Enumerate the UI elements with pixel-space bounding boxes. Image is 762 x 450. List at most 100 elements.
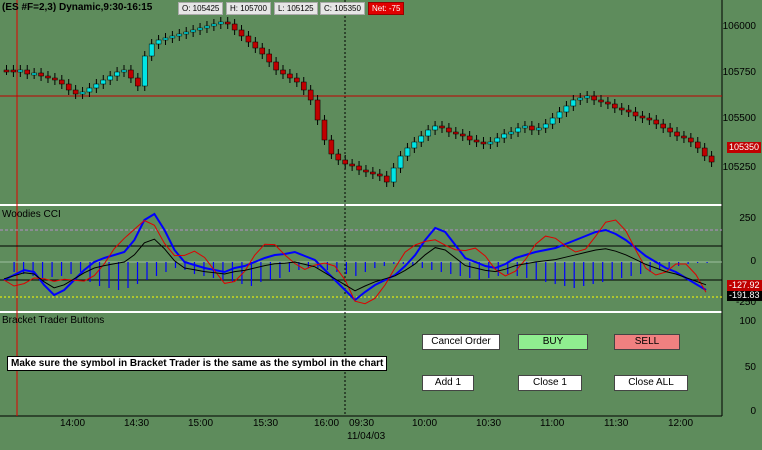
cci-histogram-bar — [70, 262, 72, 274]
candle-body — [238, 29, 245, 37]
candle-body — [72, 89, 79, 95]
candle-body — [473, 139, 480, 143]
cci-histogram-bar — [450, 262, 452, 274]
candle-body — [383, 175, 390, 183]
candle-body — [618, 107, 625, 111]
cci-histogram-bar — [630, 262, 632, 276]
cci-histogram-bar — [336, 262, 338, 272]
candle-body — [529, 125, 535, 131]
candle-body — [38, 72, 44, 77]
cci-tick: 0 — [750, 256, 756, 267]
candle-body — [363, 169, 369, 173]
candle-body — [639, 115, 646, 119]
candle-body — [176, 33, 183, 37]
candle-body — [148, 43, 155, 57]
cci-histogram-bar — [459, 262, 461, 276]
sell-button[interactable]: SELL — [614, 334, 680, 350]
candle-body — [487, 141, 494, 145]
candle-body — [432, 125, 438, 131]
candle-body — [695, 141, 701, 149]
time-tick: 11:00 — [540, 418, 565, 429]
cci-histogram-bar — [564, 262, 566, 286]
candle-body — [418, 135, 425, 143]
candle-body — [453, 131, 459, 135]
candle-body — [563, 105, 570, 113]
candle-body — [3, 69, 10, 73]
candle-body — [45, 75, 51, 79]
candle-body — [660, 123, 666, 129]
candle-body — [570, 99, 577, 107]
candle-body — [549, 117, 556, 125]
cci-histogram-bar — [393, 262, 395, 264]
cci-histogram-bar — [431, 262, 433, 270]
candle-body — [224, 21, 231, 25]
add-one-button[interactable]: Add 1 — [422, 375, 474, 391]
cci-histogram-bar — [193, 262, 196, 274]
candle-body — [128, 69, 134, 79]
cci-histogram-bar — [421, 262, 423, 268]
candle-body — [86, 87, 93, 93]
candle-body — [252, 41, 259, 49]
candle-body — [370, 171, 376, 175]
cancel-order-button[interactable]: Cancel Order — [422, 334, 500, 350]
close-all-button[interactable]: Close ALL — [614, 375, 688, 391]
cci-histogram-bar — [79, 262, 82, 272]
cci-panel-label: Woodies CCI — [2, 209, 61, 220]
candle-body — [287, 73, 293, 79]
cci-histogram-bar — [288, 262, 290, 272]
candle-body — [411, 141, 418, 149]
cci-histogram-bar — [668, 262, 670, 268]
buttons-panel-label: Bracket Trader Buttons — [2, 315, 105, 326]
cci-histogram-bar — [469, 262, 471, 278]
cci-histogram-bar — [364, 262, 366, 272]
candle-body — [584, 95, 590, 99]
cci-histogram-bar — [146, 262, 148, 280]
time-tick: 14:00 — [60, 418, 86, 429]
candle-body — [425, 129, 431, 137]
candle-body — [536, 127, 542, 131]
time-tick: 10:00 — [412, 418, 438, 429]
last-price-box: 105350 — [727, 142, 762, 153]
cci-histogram-bar — [345, 262, 347, 274]
date-label: 11/04/03 — [347, 431, 386, 442]
cci-histogram-bar — [279, 262, 281, 278]
ohlc-open: O: 105425 — [178, 2, 224, 15]
candle-body — [169, 35, 176, 39]
buy-button[interactable]: BUY — [518, 334, 588, 350]
candle-body — [681, 135, 687, 139]
cci-histogram-bar — [706, 262, 708, 263]
cci-histogram-bar — [250, 262, 253, 286]
cci-histogram-bar — [602, 262, 604, 282]
candle-body — [522, 125, 528, 129]
cci-histogram-bar — [640, 262, 642, 274]
candle-body — [142, 55, 148, 87]
chart-title: (ES #F=2,3) Dynamic,9:30-16:15 — [2, 2, 153, 13]
cci-histogram-bar — [687, 262, 689, 264]
close-one-button[interactable]: Close 1 — [518, 375, 582, 391]
cci-histogram-bar — [402, 262, 404, 264]
candle-body — [121, 69, 127, 73]
candle-body — [59, 79, 65, 85]
cci-histogram-bar — [203, 262, 205, 276]
cci-histogram-bar — [440, 262, 442, 272]
cci-histogram-bar — [127, 262, 129, 288]
candle-body — [556, 111, 563, 119]
candle-body — [65, 83, 72, 91]
cci-histogram-bar — [545, 262, 547, 282]
cci-histogram-bar — [136, 262, 139, 284]
candle-body — [231, 23, 238, 31]
price-tick: 105500 — [722, 113, 756, 124]
candle-body — [688, 137, 694, 143]
cci-histogram-bar — [13, 262, 15, 272]
cci-histogram-bar — [583, 262, 585, 286]
cci-overlap-box: -191.83 — [727, 290, 762, 301]
candle-body — [708, 155, 715, 163]
candle-body — [300, 81, 307, 91]
candle-body — [273, 61, 279, 71]
cci-histogram-bar — [497, 262, 499, 276]
candle-body — [155, 39, 162, 45]
candle-body — [377, 173, 383, 177]
time-tick: 15:00 — [188, 418, 214, 429]
ohlc-net: Net: -75 — [368, 2, 405, 15]
cci-last-box: -127.92 — [727, 280, 762, 291]
